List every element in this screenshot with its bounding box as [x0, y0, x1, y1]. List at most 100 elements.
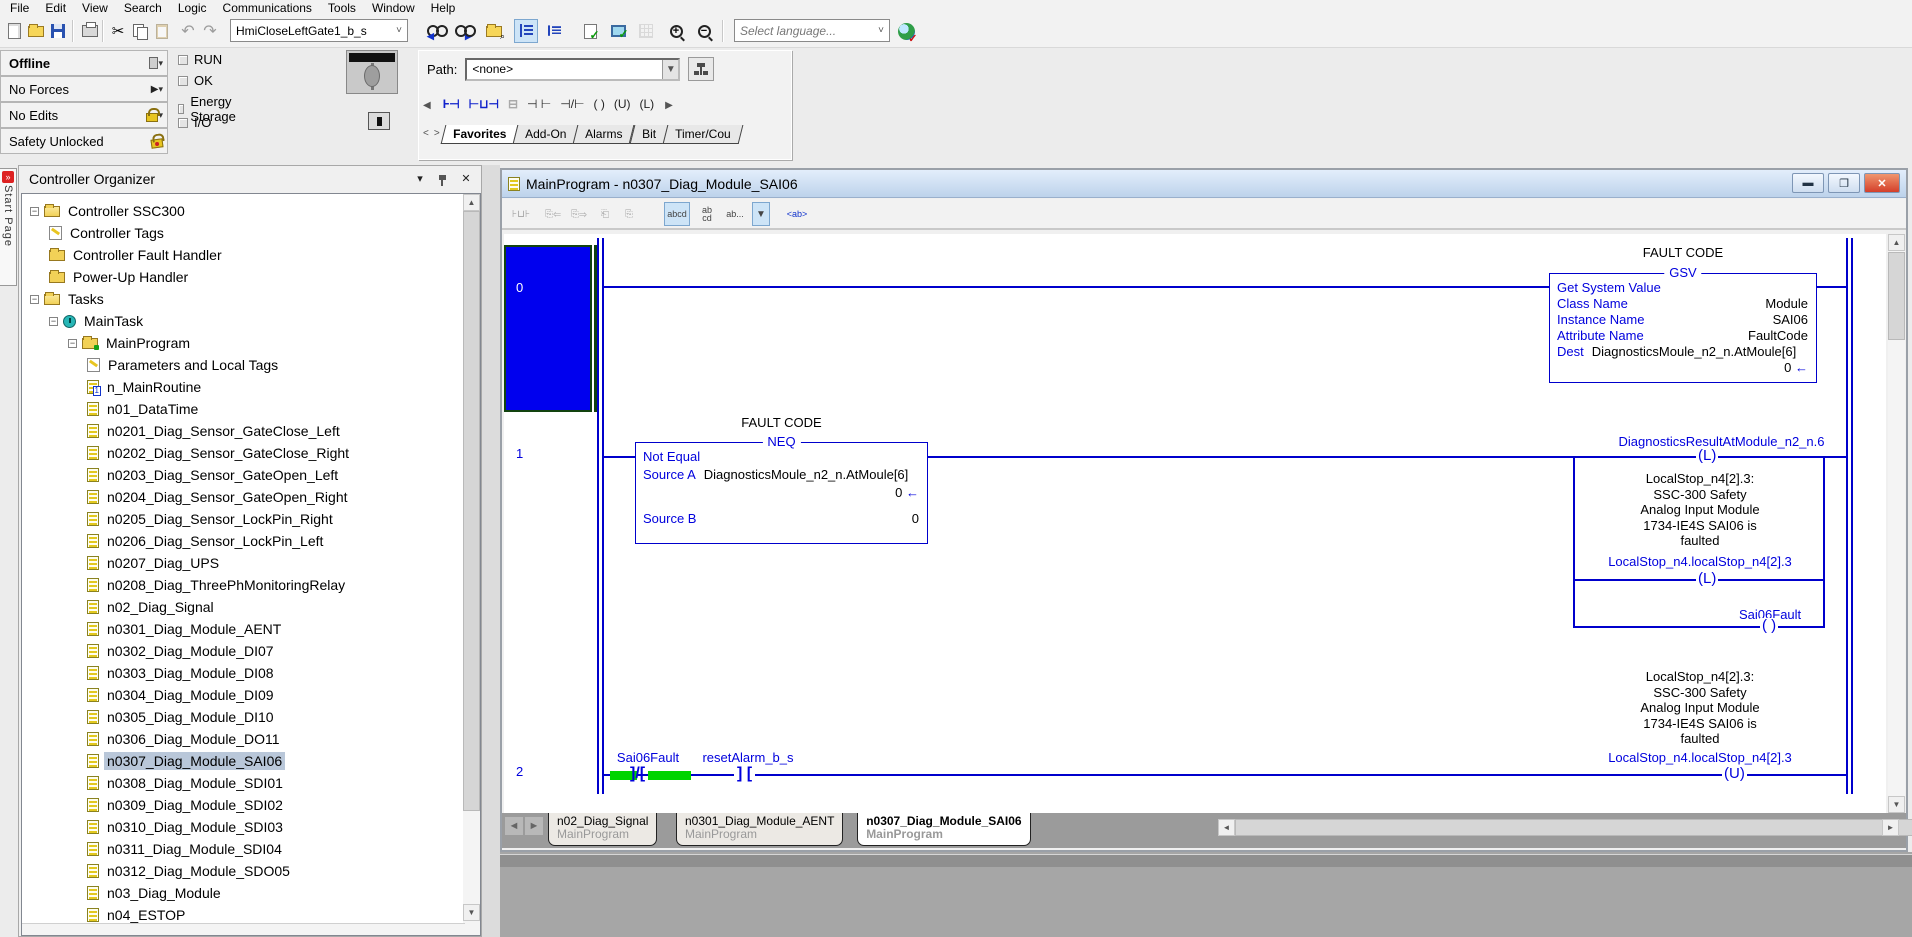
tree-item[interactable]: Power-Up Handler [22, 266, 191, 288]
editor-title-bar[interactable]: MainProgram - n0307_Diag_Module_SAI06 ▬ … [502, 170, 1906, 198]
language-placeholder[interactable]: Select language... [735, 24, 873, 38]
path-value[interactable]: <none> [467, 62, 662, 76]
search-previous-icon[interactable]: ◀ [424, 19, 448, 43]
zoom-in-icon[interactable]: + [664, 19, 688, 43]
tree-item[interactable]: n0304_Diag_Module_DI09 [22, 684, 277, 706]
tree-item[interactable]: n0204_Diag_Sensor_GateOpen_Right [22, 486, 351, 508]
zoom-out-icon[interactable]: − [692, 19, 716, 43]
gsv-class-row[interactable]: Class NameModule [1557, 296, 1808, 311]
find-in-routines-icon[interactable]: ⌕ [482, 19, 506, 43]
tree-item-label[interactable]: n0205_Diag_Sensor_LockPin_Right [104, 510, 336, 528]
language-globe-icon[interactable] [894, 19, 918, 43]
copy-icon[interactable] [128, 19, 152, 43]
flyout-arrow-icon[interactable]: ▶ [151, 84, 159, 95]
branch1-tag[interactable]: DiagnosticsResultAtModule_n2_n.6 [1594, 434, 1849, 449]
menu-edit[interactable]: Edit [37, 1, 74, 15]
show-description-icon[interactable]: abcd [664, 202, 690, 226]
latch-coil[interactable]: (L) [1696, 448, 1718, 464]
open-icon[interactable] [24, 19, 48, 43]
organizer-tree[interactable]: −Controller SSC300Controller TagsControl… [21, 193, 481, 936]
tree-item-label[interactable]: Parameters and Local Tags [105, 356, 281, 374]
auto-hide-pin-icon[interactable] [433, 171, 451, 187]
contact-no-icon[interactable]: ⊣ ⊢ [527, 97, 551, 111]
new-icon[interactable] [2, 19, 26, 43]
export-rung-icon[interactable]: ⎘⇒ [566, 202, 592, 226]
tree-item-label[interactable]: Controller Fault Handler [70, 246, 225, 264]
tree-vscroll-thumb[interactable] [463, 211, 480, 811]
tree-item-label[interactable]: n0201_Diag_Sensor_GateClose_Left [104, 422, 343, 440]
unlatch-coil[interactable]: (U) [1722, 766, 1747, 782]
rung2-output-tag[interactable]: LocalStop_n4.localStop_n4[2].3 [1580, 750, 1820, 765]
tree-item[interactable]: n0310_Diag_Module_SDI03 [22, 816, 286, 838]
tree-item-label[interactable]: n03_Diag_Module [104, 884, 224, 902]
tree-item-label[interactable]: n0308_Diag_Module_SDI01 [104, 774, 286, 792]
menu-file[interactable]: File [2, 1, 37, 15]
rung2-description[interactable]: LocalStop_n4[2].3:SSC-300 SafetyAnalog I… [1580, 669, 1820, 747]
paste-icon[interactable] [150, 19, 174, 43]
rung0-selection-block[interactable] [504, 245, 592, 412]
ladder-canvas[interactable]: 0 FAULT CODE GSV Get System Value Class … [504, 234, 1886, 813]
menu-tools[interactable]: Tools [320, 1, 364, 15]
tree-item[interactable]: n0312_Diag_Module_SDO05 [22, 860, 293, 882]
tree-expand-icon[interactable]: − [30, 207, 39, 216]
tree-item-label[interactable]: n0307_Diag_Module_SAI06 [104, 752, 285, 770]
menu-help[interactable]: Help [423, 1, 464, 15]
tree-item[interactable]: n02_Diag_Signal [22, 596, 217, 618]
rung2-number[interactable]: 2 [516, 764, 523, 779]
search-next-icon[interactable]: ▶ [452, 19, 476, 43]
who-active-button[interactable] [688, 57, 714, 81]
tree-item[interactable]: n0202_Diag_Sensor_GateClose_Right [22, 442, 352, 464]
tree-item-label[interactable]: n0208_Diag_ThreePhMonitoringRelay [104, 576, 348, 594]
rung2-contact1-tag[interactable]: Sai06Fault [612, 750, 684, 765]
menu-view[interactable]: View [74, 1, 116, 15]
tree-vscroll-down-icon[interactable]: ▼ [463, 904, 480, 921]
tree-item[interactable]: n0205_Diag_Sensor_LockPin_Right [22, 508, 336, 530]
gsv-instance-row[interactable]: Instance NameSAI06 [1557, 312, 1808, 327]
palette-tab-addon[interactable]: Add-On [513, 125, 579, 144]
print-icon[interactable] [78, 19, 102, 43]
tree-item-label[interactable]: MainProgram [103, 334, 193, 352]
redo-icon[interactable]: ↷ [198, 19, 222, 43]
chevron-down-icon[interactable]: ˅ [873, 25, 889, 36]
tree-item[interactable]: −Controller SSC300 [22, 200, 188, 222]
palette-tab-timercou[interactable]: Timer/Cou [662, 125, 742, 144]
gsv-attribute-row[interactable]: Attribute NameFaultCode [1557, 328, 1808, 343]
tree-item[interactable]: n0208_Diag_ThreePhMonitoringRelay [22, 574, 348, 596]
tabs-next-icon[interactable]: ► [525, 817, 543, 835]
menu-window[interactable]: Window [364, 1, 423, 15]
palette-tabs-next-icon[interactable]: > [432, 125, 443, 139]
tree-item-label[interactable]: n0303_Diag_Module_DI08 [104, 664, 277, 682]
tree-item[interactable]: n0306_Diag_Module_DO11 [22, 728, 283, 750]
new-rung-icon[interactable]: Ⱶ⊣ [443, 97, 460, 111]
organizer-toggle-icon[interactable] [514, 19, 538, 43]
palette-scroll-right-icon[interactable]: ▶ [663, 97, 676, 111]
rung2-contact2-tag[interactable]: resetAlarm_b_s [700, 750, 796, 765]
tree-item-label[interactable]: n0309_Diag_Module_SDI02 [104, 796, 286, 814]
menu-logic[interactable]: Logic [170, 1, 215, 15]
browse-rung-icon[interactable]: ⎘ [616, 202, 642, 226]
path-combo[interactable]: <none> ▼ [465, 58, 680, 81]
chevron-down-icon[interactable]: ▼ [662, 60, 678, 79]
tree-expand-icon[interactable]: − [68, 339, 77, 348]
gsv-instruction[interactable]: GSV Get System Value Class NameModule In… [1549, 273, 1817, 383]
editor-hscroll-thumb[interactable] [1235, 819, 1912, 836]
tree-item[interactable]: Controller Fault Handler [22, 244, 225, 266]
gsv-dest-row[interactable]: DestDiagnosticsMoule_n2_n.AtMoule[6] [1557, 344, 1808, 359]
verify-routine-icon[interactable] [578, 19, 602, 43]
rung1-comment[interactable]: FAULT CODE [635, 415, 928, 430]
controller-mode-row[interactable]: Offline ▾ [0, 50, 168, 76]
menu-search[interactable]: Search [116, 1, 170, 15]
coil-icon[interactable]: ( ) [594, 97, 605, 111]
tree-item-label[interactable]: n0304_Diag_Module_DI09 [104, 686, 277, 704]
tree-item-label[interactable]: MainTask [81, 312, 146, 330]
output-coil[interactable]: ( ) [1760, 618, 1778, 634]
rung0-comment[interactable]: FAULT CODE [1549, 245, 1817, 260]
tree-item-label[interactable]: n04_ESTOP [104, 906, 188, 924]
rung0-number[interactable]: 0 [516, 280, 523, 295]
import-rung-icon[interactable]: ⎘⇐ [540, 202, 566, 226]
tree-item[interactable]: n0302_Diag_Module_DI07 [22, 640, 277, 662]
tree-item-label[interactable]: n_MainRoutine [104, 378, 204, 396]
neq-instruction[interactable]: NEQ Not Equal Source ADiagnosticsMoule_n… [635, 442, 928, 544]
tree-item-label[interactable]: Tasks [65, 290, 107, 308]
toggle-branch-icon[interactable]: ⊦⊔⊦ [508, 202, 534, 226]
